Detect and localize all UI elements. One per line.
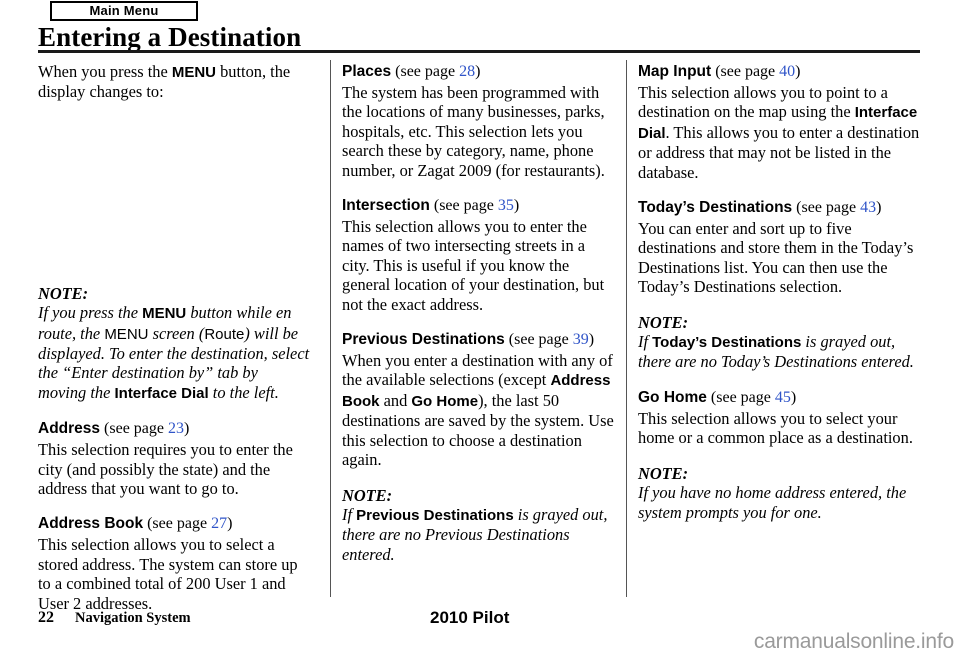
footer-page-number: 22 bbox=[38, 609, 54, 626]
note-route-plain: Route bbox=[204, 325, 245, 343]
column-right: Map Input (see page 40) This selection a… bbox=[638, 62, 920, 522]
page-reference-link[interactable]: 28 bbox=[459, 63, 475, 80]
map-input-text-2: . This allows you to enter a destination… bbox=[638, 122, 920, 182]
section-places: Places (see page 28) The system has been… bbox=[342, 62, 614, 180]
section-heading-todays-destinations: Today’s Destinations bbox=[638, 199, 793, 217]
see-page-close: ) bbox=[588, 331, 595, 349]
footer-model-name: 2010 Pilot bbox=[430, 608, 510, 627]
page-reference-link[interactable]: 43 bbox=[860, 199, 876, 216]
screenshot-placeholder-area bbox=[38, 116, 310, 284]
map-input-text-1: This selection allows you to point to a … bbox=[638, 83, 888, 122]
note-previous-destinations: NOTE: If Previous Destinations is grayed… bbox=[342, 486, 614, 565]
note-text-1: If bbox=[638, 332, 653, 352]
page-reference-link[interactable]: 39 bbox=[573, 331, 589, 348]
see-page-label: (see page bbox=[147, 515, 212, 533]
section-go-home: Go Home (see page 45) This selection all… bbox=[638, 388, 920, 448]
see-page-label: (see page bbox=[710, 388, 775, 406]
note-menu-en-route: NOTE: If you press the MENU button while… bbox=[38, 284, 310, 403]
section-heading-intersection: Intersection bbox=[342, 197, 430, 215]
see-page-close: ) bbox=[790, 388, 797, 406]
see-page-label: (see page bbox=[715, 63, 780, 80]
note-todays-destinations: NOTE: If Today’s Destinations is grayed … bbox=[638, 313, 920, 372]
note-text-1: If bbox=[342, 504, 357, 524]
page-reference-link[interactable]: 23 bbox=[168, 420, 184, 437]
section-body-go-home: This selection allows you to select your… bbox=[638, 408, 913, 448]
section-map-input: Map Input (see page 40) This selection a… bbox=[638, 62, 920, 182]
note-menu-bold: MENU bbox=[142, 305, 187, 323]
section-body-address-book: This selection allows you to select a st… bbox=[38, 535, 298, 613]
see-page-label: (see page bbox=[796, 199, 861, 217]
note-text-1: If you press the bbox=[38, 303, 143, 323]
see-page-label: (see page bbox=[508, 331, 573, 349]
intro-paragraph: When you press the MENU button, the disp… bbox=[38, 62, 310, 102]
content-columns: When you press the MENU button, the disp… bbox=[0, 62, 960, 613]
page-reference-link[interactable]: 35 bbox=[498, 197, 514, 214]
footer-section-name: Navigation System bbox=[75, 610, 191, 626]
note-label: NOTE: bbox=[638, 312, 689, 332]
see-page-close: ) bbox=[475, 63, 481, 80]
note-label: NOTE: bbox=[342, 485, 393, 505]
note-label: NOTE: bbox=[638, 463, 689, 483]
see-page-close: ) bbox=[184, 420, 190, 438]
note-interface-dial-bold: Interface Dial bbox=[114, 384, 209, 402]
section-heading-go-home: Go Home bbox=[638, 388, 707, 406]
note-menu-plain: MENU bbox=[104, 325, 149, 343]
main-menu-tab-label: Main Menu bbox=[89, 3, 159, 18]
page-reference-link[interactable]: 45 bbox=[775, 389, 791, 406]
section-heading-places: Places bbox=[342, 63, 392, 80]
intro-menu-keyword: MENU bbox=[171, 64, 216, 81]
see-page-close: ) bbox=[795, 63, 801, 80]
section-body-intersection: This selection allows you to enter the n… bbox=[342, 217, 605, 314]
column-left: When you press the MENU button, the disp… bbox=[38, 62, 310, 613]
title-divider-rule bbox=[38, 50, 920, 53]
column-middle: Places (see page 28) The system has been… bbox=[342, 62, 614, 564]
note-todays-destinations-bold: Today’s Destinations bbox=[652, 334, 802, 352]
section-heading-address: Address bbox=[38, 420, 101, 438]
note-label: NOTE: bbox=[38, 283, 89, 303]
see-page-close: ) bbox=[876, 199, 882, 217]
see-page-label: (see page bbox=[104, 420, 168, 438]
see-page-label: (see page bbox=[395, 63, 460, 80]
note-text-5: to the left. bbox=[208, 382, 279, 402]
intro-text-part1: When you press the bbox=[38, 62, 172, 81]
section-intersection: Intersection (see page 35) This selectio… bbox=[342, 196, 614, 314]
site-watermark: carmanualsonline.info bbox=[753, 630, 954, 653]
section-previous-destinations: Previous Destinations (see page 39) When… bbox=[342, 330, 614, 469]
see-page-label: (see page bbox=[433, 197, 498, 215]
previous-text-2: and bbox=[379, 390, 412, 410]
see-page-close: ) bbox=[513, 197, 520, 215]
page-reference-link[interactable]: 40 bbox=[779, 63, 795, 80]
previous-go-home-bold: Go Home bbox=[411, 392, 479, 410]
page-reference-link[interactable]: 27 bbox=[211, 515, 227, 532]
section-body-places: The system has been programmed with the … bbox=[342, 83, 605, 180]
note-text: If you have no home address entered, the… bbox=[638, 483, 907, 522]
section-address-book: Address Book (see page 27) This selectio… bbox=[38, 514, 310, 613]
see-page-close: ) bbox=[227, 515, 233, 533]
note-go-home: NOTE: If you have no home address entere… bbox=[638, 464, 920, 522]
main-menu-tab: Main Menu bbox=[50, 1, 198, 21]
section-address: Address (see page 23) This selection req… bbox=[38, 419, 310, 498]
section-heading-address-book: Address Book bbox=[38, 515, 144, 533]
note-text-3: screen ( bbox=[148, 323, 205, 343]
section-body-address: This selection requires you to enter the… bbox=[38, 440, 293, 499]
section-todays-destinations: Today’s Destinations (see page 43) You c… bbox=[638, 198, 920, 297]
section-heading-previous-destinations: Previous Destinations bbox=[342, 331, 505, 349]
page-title: Entering a Destination bbox=[38, 22, 302, 52]
note-previous-destinations-bold: Previous Destinations bbox=[356, 506, 514, 524]
section-body-todays-destinations: You can enter and sort up to five destin… bbox=[638, 219, 914, 297]
section-heading-map-input: Map Input bbox=[638, 63, 712, 80]
